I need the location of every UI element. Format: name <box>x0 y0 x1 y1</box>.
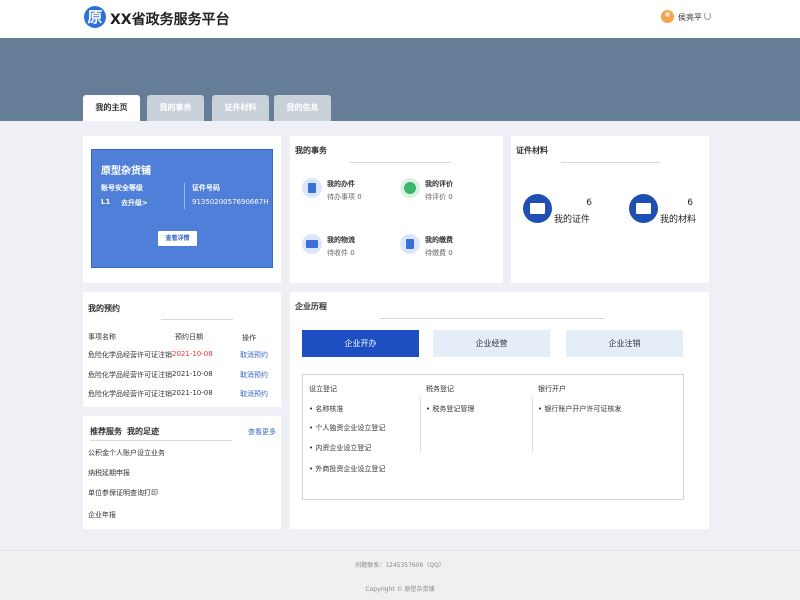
tab-info[interactable]: 我的信息 <box>274 95 331 121</box>
company-name: 原型杂货铺 <box>101 166 151 177</box>
recommend-item[interactable]: 企业年报 <box>88 510 116 520</box>
appointment-name: 危险化学品经营许可证注销 <box>88 390 172 398</box>
certificates-card: 证件材料 6 我的证件 6 我的材料 <box>511 136 709 283</box>
affairs-card: 我的事务 我的办件 待办事项 0 我的评价 待评价 0 我的物流 待收件 0 我… <box>290 136 503 283</box>
tab-recommend-services[interactable]: 推荐服务 <box>90 426 122 437</box>
footer: 问题联系：1245357606（QQ） Copyright © 原型杂货铺 <box>0 550 800 600</box>
process-item[interactable]: • 外商投资企业设立登记 <box>309 464 385 474</box>
cancel-appointment-link[interactable]: 取消预约 <box>240 370 268 380</box>
view-more-link[interactable]: 查看更多 <box>248 427 276 437</box>
tab-affairs[interactable]: 我的事务 <box>147 95 204 121</box>
tab-home[interactable]: 我的主页 <box>83 95 140 121</box>
history-detail-box: 设立登记 • 名称核准 • 个人独资企业设立登记 • 内资企业设立登记 • 外商… <box>302 374 684 500</box>
truck-icon[interactable] <box>302 234 322 254</box>
cancel-appointment-link[interactable]: 取消预约 <box>240 389 268 399</box>
certificates-title: 证件材料 <box>516 146 548 155</box>
appointment-date: 2021-10-08 <box>172 350 213 358</box>
appointments-card: 我的预约 事项名称 预约日期 操作 危险化学品经营许可证注销 2021-10-0… <box>83 292 281 407</box>
site-title[interactable]: XX省政务服务平台 <box>110 9 230 29</box>
cert-number-label: 证件号码 <box>192 184 220 192</box>
appointment-name: 危险化学品经营许可证注销 <box>88 351 172 359</box>
my-logistics-label[interactable]: 我的物流 <box>327 235 355 245</box>
my-certificates-count: 6 <box>586 198 592 208</box>
recommend-item[interactable]: 纳税延期申报 <box>88 468 130 478</box>
column-title-bank: 银行开户 <box>538 385 566 393</box>
logout-icon[interactable] <box>704 12 711 20</box>
header-item-name: 事项名称 <box>88 333 116 341</box>
process-item[interactable]: • 税务登记管理 <box>426 404 474 414</box>
process-item[interactable]: • 内资企业设立登记 <box>309 443 371 453</box>
column-title-tax: 税务登记 <box>426 385 454 393</box>
appointment-name: 危险化学品经营许可证注销 <box>88 371 172 379</box>
profile-card: 原型杂货铺 账号安全等级 L1 去升级> 证件号码 91350200576906… <box>83 136 281 283</box>
appointments-title: 我的预约 <box>88 304 120 313</box>
footer-contact: 问题联系：1245357606（QQ） <box>355 562 445 569</box>
top-header: 原 XX省政务服务平台 侯亮平 <box>0 0 800 38</box>
security-level-label: 账号安全等级 <box>101 184 143 192</box>
process-item[interactable]: • 个人独资企业设立登记 <box>309 423 385 433</box>
recommend-underline <box>90 440 232 441</box>
user-avatar-icon[interactable] <box>661 10 674 23</box>
my-materials-count: 6 <box>687 198 693 208</box>
my-payments-label[interactable]: 我的缴费 <box>425 235 453 245</box>
upgrade-link[interactable]: 去升级> <box>121 198 148 208</box>
certificates-underline <box>561 162 660 163</box>
process-item[interactable]: • 银行账户开户许可证核发 <box>538 404 621 414</box>
my-payments-count: 待缴费 0 <box>425 249 453 257</box>
site-logo[interactable]: 原 <box>84 6 106 28</box>
user-name[interactable]: 侯亮平 <box>678 12 702 23</box>
cert-number-value: 913502005769066​7H <box>192 198 269 206</box>
my-cases-label[interactable]: 我的办件 <box>327 179 355 189</box>
recommend-card: 推荐服务 我的足迹 查看更多 公积金个人账户设立业务 纳税延期申报 单位参保证明… <box>83 416 281 529</box>
column-divider <box>532 397 533 452</box>
my-materials-label[interactable]: 我的材料 <box>660 212 696 225</box>
history-title: 企业历程 <box>295 302 327 311</box>
my-reviews-label[interactable]: 我的评价 <box>425 179 453 189</box>
my-cases-count: 待办事项 0 <box>327 193 362 201</box>
profile-box: 原型杂货铺 账号安全等级 L1 去升级> 证件号码 91350200576906… <box>91 149 273 268</box>
tab-certificates[interactable]: 证件材料 <box>212 95 269 121</box>
appointment-date: 2021-10-08 <box>172 389 213 397</box>
tab-my-footprints[interactable]: 我的足迹 <box>127 426 159 437</box>
task-doc-icon[interactable] <box>302 178 322 198</box>
column-divider <box>420 397 421 452</box>
folder-icon[interactable] <box>629 194 658 223</box>
my-certificates-label[interactable]: 我的证件 <box>554 212 590 225</box>
recommend-item[interactable]: 单位参保证明查询打印 <box>88 488 158 498</box>
profile-divider <box>184 183 185 209</box>
appointment-date: 2021-10-08 <box>172 370 213 378</box>
view-detail-button[interactable]: 查看详情 <box>158 231 197 246</box>
footer-copyright: Copyright © 原型杂货铺 <box>365 586 435 593</box>
tab-company-operation[interactable]: 企业经营 <box>433 330 550 357</box>
appointments-underline <box>161 319 233 320</box>
history-underline <box>379 318 605 319</box>
affairs-title: 我的事务 <box>295 146 327 155</box>
id-card-icon[interactable] <box>523 194 552 223</box>
affairs-underline <box>350 162 451 163</box>
tab-company-setup[interactable]: 企业开办 <box>302 330 419 357</box>
check-icon[interactable] <box>400 178 420 198</box>
column-title-registration: 设立登记 <box>309 385 337 393</box>
recommend-item[interactable]: 公积金个人账户设立业务 <box>88 448 165 458</box>
payment-icon[interactable] <box>400 234 420 254</box>
my-reviews-count: 待评价 0 <box>425 193 453 201</box>
my-logistics-count: 待收件 0 <box>327 249 355 257</box>
header-date: 预约日期 <box>175 333 203 341</box>
header-action: 操作 <box>242 334 256 342</box>
process-item[interactable]: • 名称核准 <box>309 404 343 414</box>
security-level-value: L1 <box>101 198 111 206</box>
tab-company-closure[interactable]: 企业注销 <box>566 330 683 357</box>
cancel-appointment-link[interactable]: 取消预约 <box>240 350 268 360</box>
